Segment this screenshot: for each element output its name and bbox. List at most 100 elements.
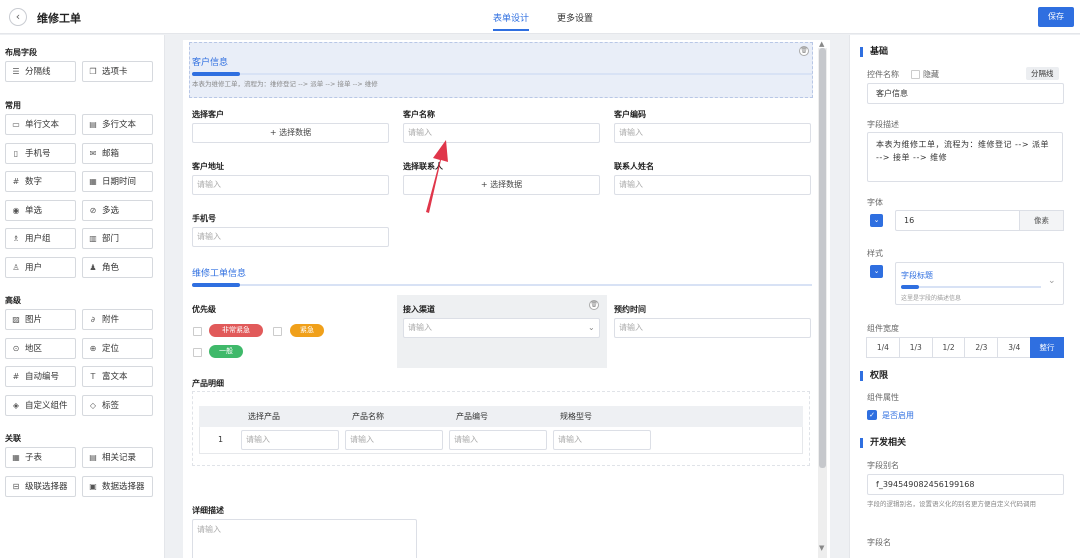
palette-item-label: 分隔线 bbox=[25, 67, 51, 77]
control-name-label: 控件名称 bbox=[867, 70, 899, 79]
cell-input[interactable]: 请输入 bbox=[345, 430, 443, 450]
palette-item[interactable]: ▦ 日期时间 bbox=[82, 171, 153, 192]
chevron-down-icon: ⌄ bbox=[1048, 276, 1056, 286]
channel-label: 接入渠道 bbox=[403, 305, 435, 314]
customer-code-input[interactable]: 请输入 bbox=[614, 123, 811, 143]
col-header: 产品名称 bbox=[352, 412, 384, 421]
trash-icon[interactable]: 🗑 bbox=[799, 46, 809, 56]
back-icon[interactable]: ‹ bbox=[9, 8, 27, 26]
select-customer-button[interactable]: + 选择数据 bbox=[192, 123, 389, 143]
palette-item[interactable]: ▨ 图片 bbox=[5, 309, 76, 330]
palette-item-label: 角色 bbox=[102, 262, 120, 273]
priority-option-urgent[interactable]: 紧急 bbox=[290, 324, 324, 337]
selected-divider-block[interactable] bbox=[189, 42, 813, 98]
palette-item[interactable]: ✉ 邮箱 bbox=[82, 142, 153, 164]
cell-input[interactable]: 请输入 bbox=[449, 430, 547, 450]
palette-item[interactable]: ▥ 部门 bbox=[82, 228, 153, 249]
palette-item-label: 部门 bbox=[102, 234, 120, 244]
hide-label: 隐藏 bbox=[923, 70, 939, 79]
cell-input[interactable]: 请输入 bbox=[241, 430, 339, 450]
col-header: 产品编号 bbox=[456, 412, 488, 421]
palette-item[interactable]: ⊙ 地区 bbox=[5, 337, 76, 359]
tab-form-design[interactable]: 表单设计 bbox=[493, 11, 530, 31]
detail-textarea[interactable]: 请输入 bbox=[192, 519, 417, 558]
save-button[interactable]: 保存 bbox=[1038, 7, 1074, 27]
phone-input[interactable]: 请输入 bbox=[192, 227, 389, 247]
palette-item[interactable]: ♟ 角色 bbox=[82, 256, 153, 278]
hide-checkbox[interactable] bbox=[911, 70, 920, 79]
palette-item[interactable]: ⊘ 多选 bbox=[82, 199, 153, 221]
priority-checkbox-urgent[interactable] bbox=[273, 327, 282, 336]
palette-item[interactable]: ❐ 选项卡 bbox=[82, 61, 153, 82]
scroll-down-icon[interactable]: ▼ bbox=[819, 544, 824, 552]
scrollbar-thumb[interactable] bbox=[819, 48, 826, 468]
palette-item[interactable]: ⊕ 定位 bbox=[82, 337, 153, 359]
palette-item[interactable]: ♙ 用户 bbox=[5, 256, 76, 278]
style-preview-title: 字段标题 bbox=[901, 271, 933, 280]
palette-item[interactable]: ▭ 单行文本 bbox=[5, 114, 76, 135]
section-divider-line bbox=[192, 283, 812, 287]
palette-item[interactable]: # 自动编号 bbox=[5, 366, 76, 387]
scroll-up-icon[interactable]: ▲ bbox=[819, 40, 824, 48]
department-icon: ▥ bbox=[89, 234, 97, 243]
datetime-icon: ▦ bbox=[89, 177, 97, 186]
detail-label: 详细描述 bbox=[192, 506, 224, 515]
section-title-order: 维修工单信息 bbox=[192, 269, 247, 279]
field-desc-textarea[interactable]: 本表为维修工单，流程为：维修登记 --> 派单 --> 接单 --> 维修 bbox=[867, 132, 1063, 182]
priority-checkbox-urgent-high[interactable] bbox=[193, 327, 202, 336]
palette-item[interactable]: ◉ 单选 bbox=[5, 199, 76, 221]
palette-item[interactable]: ▤ 多行文本 bbox=[82, 114, 153, 135]
chevron-down-icon[interactable]: ⌄ bbox=[870, 265, 883, 278]
single-text-icon: ▭ bbox=[12, 120, 20, 129]
palette-item[interactable]: ▤ 相关记录 bbox=[82, 447, 153, 468]
palette-item[interactable]: ◇ 标签 bbox=[82, 394, 153, 416]
user-group-icon: ♗ bbox=[12, 234, 20, 243]
address-input[interactable]: 请输入 bbox=[192, 175, 389, 195]
priority-option-very-urgent[interactable]: 非常紧急 bbox=[209, 324, 263, 337]
trash-icon[interactable]: 🗑 bbox=[589, 300, 599, 310]
palette-item[interactable]: T 富文本 bbox=[82, 366, 153, 387]
palette-item[interactable]: ▯ 手机号 bbox=[5, 142, 76, 164]
width-option-2-3[interactable]: 2/3 bbox=[964, 337, 999, 358]
palette-item[interactable]: ⊟ 级联选择器 bbox=[5, 475, 76, 497]
palette-item-label: 附件 bbox=[102, 315, 120, 325]
width-option-1-2[interactable]: 1/2 bbox=[931, 337, 966, 358]
appointment-input[interactable]: 请输入 bbox=[614, 318, 811, 338]
priority-option-normal[interactable]: 一般 bbox=[209, 345, 243, 358]
group-title-advanced: 高级 bbox=[5, 296, 21, 305]
width-option-3-4[interactable]: 3/4 bbox=[997, 337, 1032, 358]
alias-input[interactable]: f_394549082456199168 bbox=[867, 474, 1064, 495]
control-name-input[interactable]: 客户信息 bbox=[867, 83, 1064, 104]
width-option-full[interactable]: 整行 bbox=[1030, 337, 1064, 358]
channel-select[interactable]: 请输入 bbox=[403, 318, 600, 338]
palette-item[interactable]: ◈ 自定义组件 bbox=[5, 394, 76, 416]
palette-item[interactable]: ☰ 分隔线 bbox=[5, 61, 76, 82]
comp-attr-label: 组件属性 bbox=[867, 393, 899, 402]
canvas-scrollbar[interactable]: ▲ ▼ bbox=[818, 40, 827, 558]
field-palette: 布局字段 常用 高级 关联 ☰ 分隔线 ❐ 选项卡 ▭ 单行文本 ▤ 多行文本 ▯ 手机号 ✉ 邮箱 #… bbox=[0, 35, 165, 558]
check-icon[interactable]: ✓ bbox=[867, 410, 877, 420]
cell-input[interactable]: 请输入 bbox=[553, 430, 651, 450]
radio-icon: ◉ bbox=[12, 205, 20, 215]
palette-item[interactable]: ▦ 子表 bbox=[5, 447, 76, 468]
palette-item[interactable]: ∂ 附件 bbox=[82, 309, 153, 330]
tab-more-settings[interactable]: 更多设置 bbox=[557, 11, 593, 24]
width-option-1-4[interactable]: 1/4 bbox=[866, 337, 900, 358]
contact-name-input[interactable]: 请输入 bbox=[614, 175, 811, 195]
contact-name-label: 联系人姓名 bbox=[614, 162, 654, 171]
phone-icon: ▯ bbox=[13, 148, 19, 158]
red-arrow-annotation bbox=[426, 140, 448, 213]
chevron-down-icon[interactable]: ⌄ bbox=[870, 214, 883, 227]
width-option-1-3[interactable]: 1/3 bbox=[898, 337, 933, 358]
priority-checkbox-normal[interactable] bbox=[193, 348, 202, 357]
palette-item[interactable]: # 数字 bbox=[5, 171, 76, 192]
type-badge: 分隔线 bbox=[1026, 67, 1059, 80]
location-icon: ⊕ bbox=[89, 343, 97, 353]
palette-item-label: 日期时间 bbox=[102, 177, 137, 187]
section-dev: 开发相关 bbox=[860, 438, 906, 448]
style-select[interactable]: 字段标题 这里是字段的描述信息 ⌄ bbox=[895, 262, 1064, 305]
group-title-relation: 关联 bbox=[5, 434, 21, 443]
enabled-label: 是否启用 bbox=[882, 411, 914, 420]
palette-item[interactable]: ♗ 用户组 bbox=[5, 228, 76, 249]
palette-item[interactable]: ▣ 数据选择器 bbox=[82, 475, 153, 497]
